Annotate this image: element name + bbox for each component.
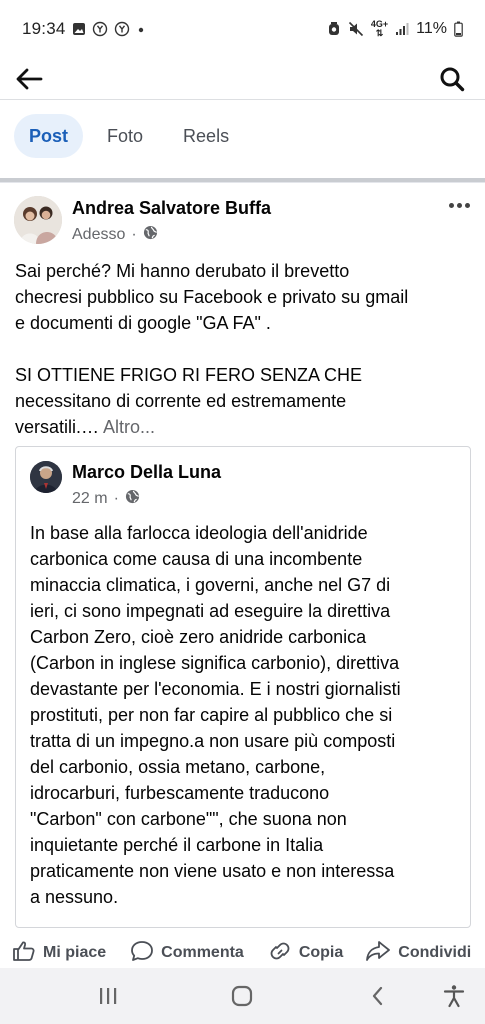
share-button[interactable]: Condividi bbox=[365, 940, 471, 967]
circle-y-icon bbox=[114, 21, 130, 37]
shared-line: ieri, ci sono impegnati ad eseguire la d… bbox=[30, 601, 391, 621]
post-text: Sai perché? Mi hanno derubato il brevett… bbox=[15, 258, 475, 440]
tab-foto[interactable]: Foto bbox=[93, 114, 157, 158]
mute-icon bbox=[348, 21, 364, 37]
shared-post-card[interactable]: Marco Della Luna 22 m · In base alla far… bbox=[15, 446, 471, 928]
shared-avatar[interactable] bbox=[30, 461, 62, 493]
share-label: Condividi bbox=[398, 944, 472, 961]
globe-icon bbox=[125, 489, 140, 509]
shared-line: carbonica come causa di una incombente bbox=[30, 549, 363, 569]
meta-separator: · bbox=[131, 226, 137, 243]
copy-label: Copia bbox=[298, 944, 344, 961]
share-icon bbox=[365, 940, 391, 967]
shared-line: (Carbon in inglese significa carbonio), … bbox=[30, 653, 400, 673]
shared-meta: 22 m · bbox=[72, 489, 140, 509]
signal-icon bbox=[395, 22, 409, 36]
divider bbox=[0, 99, 485, 100]
dot-icon bbox=[136, 24, 146, 34]
see-more-link[interactable]: Altro... bbox=[103, 417, 155, 437]
like-label: Mi piace bbox=[43, 944, 107, 961]
thumbs-up-icon bbox=[12, 940, 36, 967]
post-author[interactable]: Andrea Salvatore Buffa bbox=[72, 198, 271, 219]
shared-line: minaccia climatica, i governi, anche nel… bbox=[30, 575, 391, 595]
shared-line: a nessuno. bbox=[30, 887, 119, 907]
avatar[interactable] bbox=[14, 196, 62, 244]
shared-author[interactable]: Marco Della Luna bbox=[72, 462, 221, 483]
recent-apps-icon[interactable] bbox=[92, 980, 124, 1012]
shared-line: prostituti, per non far capire al pubbli… bbox=[30, 705, 393, 725]
shared-line: inquietante perché il carbone in Italia bbox=[30, 835, 324, 855]
alarm-icon bbox=[327, 21, 341, 37]
back-icon[interactable] bbox=[362, 980, 394, 1012]
post-line: Sai perché? Mi hanno derubato il brevett… bbox=[15, 261, 350, 281]
shared-time[interactable]: 22 m bbox=[72, 490, 108, 508]
home-icon[interactable] bbox=[226, 980, 258, 1012]
comment-button[interactable]: Commenta bbox=[130, 940, 244, 967]
post-line-end: versatili.… bbox=[15, 417, 100, 437]
shared-line: del carbonio, ossia metano, carbone, bbox=[30, 757, 326, 777]
circle-y-icon bbox=[92, 21, 108, 37]
status-bar: 19:34 4G+ ⇅ 11% bbox=[0, 0, 485, 58]
accessibility-icon[interactable] bbox=[438, 980, 470, 1012]
search-icon[interactable] bbox=[435, 62, 469, 96]
tab-reels[interactable]: Reels bbox=[169, 114, 243, 158]
post-meta: Adesso · bbox=[72, 225, 158, 245]
back-arrow-icon[interactable] bbox=[12, 62, 46, 96]
copy-button[interactable]: Copia bbox=[268, 940, 343, 967]
shared-line: In base alla farlocca ideologia dell'ani… bbox=[30, 523, 368, 543]
app-bar bbox=[0, 58, 485, 100]
shared-line: idrocarburi, furbescamente traducono bbox=[30, 783, 330, 803]
profile-tabs: Post Foto Reels bbox=[14, 114, 243, 158]
system-nav-bar bbox=[0, 968, 485, 1024]
shared-line: tratta di un impegno.a non usare più com… bbox=[30, 731, 396, 751]
like-button[interactable]: Mi piace bbox=[12, 940, 106, 967]
battery-icon bbox=[454, 21, 463, 37]
post-line: checresi pubblico su Facebook e privato … bbox=[15, 287, 409, 307]
gallery-icon bbox=[72, 22, 86, 36]
battery-percent: 11% bbox=[416, 20, 447, 37]
comment-label: Commenta bbox=[161, 944, 244, 961]
post-line: necessitano di corrente ed estremamente bbox=[15, 391, 347, 411]
status-time: 19:34 bbox=[22, 19, 66, 38]
post-actions: Mi piace Commenta Copia Condividi bbox=[0, 934, 485, 972]
more-options-icon[interactable] bbox=[447, 196, 471, 214]
shared-line: Carbon Zero, cioè zero anidride carbonic… bbox=[30, 627, 367, 647]
shared-line: devastante per l'economia. E i nostri gi… bbox=[30, 679, 401, 699]
post-line: e documenti di google "GA FA" . bbox=[15, 313, 271, 333]
globe-icon bbox=[143, 225, 158, 245]
shared-line: "Carbon" con carbone"", che suona non bbox=[30, 809, 347, 829]
shared-text: In base alla farlocca ideologia dell'ani… bbox=[30, 520, 460, 910]
meta-separator: · bbox=[113, 490, 119, 507]
post-line: SI OTTIENE FRIGO RI FERO SENZA CHE bbox=[15, 365, 363, 385]
post-line-last: versatili.… Altro... bbox=[15, 414, 475, 440]
post-time[interactable]: Adesso bbox=[72, 226, 125, 244]
comment-icon bbox=[130, 940, 154, 967]
tab-post[interactable]: Post bbox=[14, 114, 84, 158]
network-type: 4G+ ⇅ bbox=[370, 19, 389, 38]
link-icon bbox=[268, 940, 292, 967]
shared-line: praticamente non viene usato e non inter… bbox=[30, 861, 395, 881]
section-separator-line bbox=[0, 182, 485, 183]
